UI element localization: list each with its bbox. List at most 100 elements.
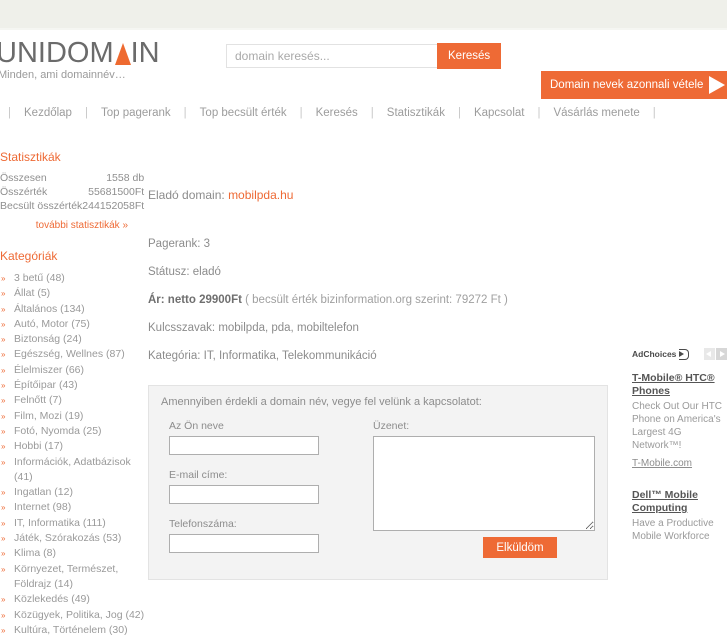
ad-title[interactable]: T-Mobile® HTC® Phones [632, 372, 727, 398]
sidebar-category-item[interactable]: » Internet (98) [0, 500, 152, 515]
price-row: Ár: netto 29900Ft ( becsült érték bizinf… [148, 294, 618, 306]
sidebar-category-item[interactable]: » 3 betű (48) [0, 271, 152, 286]
sidebar-category-label: Állat (5) [14, 287, 51, 300]
nav-item-statisztikak[interactable]: Statisztikák [374, 107, 458, 119]
ad-body: Check Out Our HTC Phone on America's Lar… [632, 401, 723, 451]
category-row: Kategória: IT, Informatika, Telekommunik… [148, 350, 618, 362]
sidebar-category-label: Általános (134) [14, 302, 85, 315]
bullet-arrow-icon: » [1, 488, 6, 498]
domain-name-link[interactable]: mobilpda.hu [228, 188, 293, 202]
phone-input[interactable] [169, 534, 319, 553]
ad-header: AdChoices [632, 348, 727, 360]
nav-item-vasarlas-menete[interactable]: Vásárlás menete [540, 107, 652, 119]
bullet-arrow-icon: » [1, 396, 6, 406]
sidebar-category-item[interactable]: » Építőipar (43) [0, 378, 152, 393]
bullet-arrow-icon: » [1, 381, 6, 391]
bullet-arrow-icon: » [1, 319, 6, 329]
table-row: Összérték 55681500Ft [0, 186, 144, 200]
message-textarea[interactable] [373, 436, 595, 531]
stat-label: Összérték [0, 186, 48, 198]
bullet-arrow-icon: » [1, 274, 6, 283]
sidebar-category-label: Felnőtt (7) [14, 394, 62, 407]
contact-form-intro: Amennyiben érdekli a domain név, vegye f… [161, 396, 482, 408]
chevron-left-icon [706, 350, 711, 357]
category-label: Kategória: [148, 350, 201, 362]
sidebar-category-item[interactable]: » Ingatlan (12) [0, 485, 152, 500]
logo-arrow-a-icon [114, 43, 131, 65]
sidebar-category-item[interactable]: » Állat (5) [0, 286, 152, 301]
ad-title[interactable]: Dell™ Mobile Computing [632, 489, 727, 515]
sidebar-category-item[interactable]: » Egészség, Wellnes (87) [0, 347, 152, 362]
price-label: Ár: netto 29900Ft [148, 294, 242, 306]
name-input[interactable] [169, 436, 319, 455]
keywords-value: mobilpda, pda, mobiltelefon [218, 322, 359, 334]
sidebar-category-item[interactable]: » Közlekedés (49) [0, 592, 152, 607]
sidebar-category-label: Klima (8) [14, 547, 57, 560]
nav-separator: | [8, 107, 11, 119]
sidebar-category-label: Kultúra, Történelem (30) [14, 623, 128, 636]
search-button[interactable]: Keresés [437, 43, 502, 69]
sidebar-category-item[interactable]: » Film, Mozi (19) [0, 409, 152, 424]
cta-label: Domain nevek azonnali vétele [550, 79, 704, 91]
keywords-label: Kulcsszavak: [148, 322, 216, 334]
domain-label: Eladó domain: [148, 188, 225, 202]
bullet-arrow-icon: » [1, 625, 6, 635]
sidebar-category-item[interactable]: » Felnőtt (7) [0, 393, 152, 408]
sidebar-category-item[interactable]: » Fotó, Nyomda (25) [0, 424, 152, 439]
bullet-arrow-icon: » [1, 426, 6, 436]
logo-text-part2: IN [130, 37, 160, 69]
ad-next-button[interactable] [716, 348, 727, 360]
sidebar-category-item[interactable]: » Élelmiszer (66) [0, 363, 152, 378]
bullet-arrow-icon: » [1, 610, 6, 620]
sidebar-category-item[interactable]: » Biztonság (24) [0, 332, 152, 347]
domain-for-sale-line: Eladó domain: mobilpda.hu [148, 188, 618, 202]
ad-url-link[interactable]: T-Mobile.com [632, 458, 727, 469]
site-logo[interactable]: UNIDOM IN Minden, ami domainnév… [0, 38, 200, 81]
stat-label: Becsült összérték [0, 200, 83, 212]
email-input[interactable] [169, 485, 319, 504]
bullet-arrow-icon: » [1, 304, 6, 314]
keywords-row: Kulcsszavak: mobilpda, pda, mobiltelefon [148, 322, 618, 334]
sidebar-category-item[interactable]: » Általános (134) [0, 302, 152, 317]
sidebar-category-label: Fotó, Nyomda (25) [14, 424, 102, 437]
bullet-arrow-icon: » [1, 518, 6, 528]
status-row: Státusz: eladó [148, 266, 618, 278]
sidebar-category-label: Építőipar (43) [14, 379, 78, 392]
top-decorative-band [0, 0, 727, 28]
sidebar-category-item[interactable]: » Játék, Szórakozás (53) [0, 531, 152, 546]
bullet-arrow-icon: » [1, 534, 6, 544]
nav-item-top-becsult-ertek[interactable]: Top becsült érték [187, 107, 300, 119]
category-value: IT, Informatika, Telekommunikáció [203, 350, 377, 362]
logo-wordmark: UNIDOM IN [0, 38, 200, 68]
sidebar-category-item[interactable]: » Információk, Adatbázisok (41) [0, 455, 152, 486]
sidebar-category-item[interactable]: » Kultúra, Történelem (30) [0, 623, 152, 638]
sidebar-category-label: Egészség, Wellnes (87) [14, 348, 125, 361]
sidebar-category-label: Biztonság (24) [14, 333, 82, 346]
nav-item-kapcsolat[interactable]: Kapcsolat [461, 107, 538, 119]
bullet-arrow-icon: » [1, 365, 6, 375]
instant-purchase-cta-button[interactable]: Domain nevek azonnali vétele [541, 71, 727, 99]
sidebar-category-label: Közügyek, Politika, Jog (42) [14, 608, 145, 621]
phone-field-label: Telefonszáma: [169, 518, 237, 530]
nav-item-top-pagerank[interactable]: Top pagerank [88, 107, 184, 119]
nav-separator: | [652, 107, 656, 119]
sidebar-category-item[interactable]: » IT, Informatika (111) [0, 516, 152, 531]
nav-item-kereses[interactable]: Keresés [303, 107, 371, 119]
stat-value: 244152058Ft [82, 200, 145, 212]
more-statistics-link[interactable]: további statisztikák » [0, 220, 132, 231]
site-header: UNIDOMIN Minden, ami domainnév… Keresés … [0, 30, 727, 99]
search-input[interactable] [226, 44, 437, 68]
ad-prev-button[interactable] [704, 348, 715, 360]
adchoices-link[interactable]: AdChoices [632, 348, 690, 360]
bullet-arrow-icon: » [1, 549, 6, 559]
sidebar-category-item[interactable]: » Környezet, Természet, Földrajz (14) [0, 562, 152, 593]
sidebar-category-item[interactable]: » Hobbi (17) [0, 439, 152, 454]
sidebar-category-item[interactable]: » Közügyek, Politika, Jog (42) [0, 608, 152, 623]
submit-button[interactable]: Elküldöm [483, 537, 557, 558]
nav-item-kezdolap[interactable]: Kezdőlap [11, 107, 85, 119]
sidebar-category-label: Közlekedés (49) [14, 593, 90, 606]
sidebar-category-item[interactable]: » Klima (8) [0, 546, 152, 561]
sidebar-category-item[interactable]: » Autó, Motor (75) [0, 317, 152, 332]
pagerank-value: 3 [203, 238, 211, 250]
pagerank-row: Pagerank: 3 [148, 238, 618, 250]
